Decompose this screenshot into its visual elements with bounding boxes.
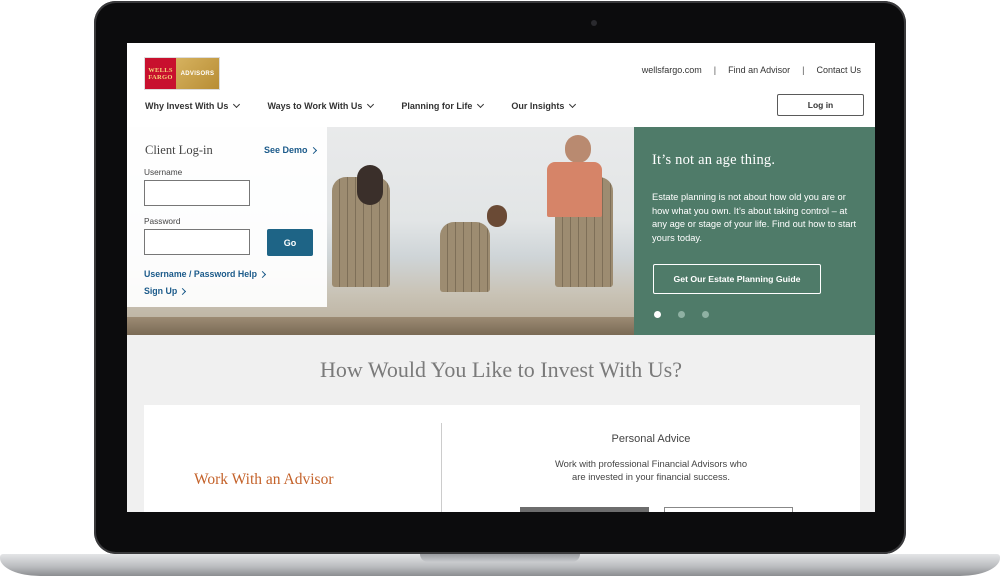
chevron-right-icon bbox=[258, 270, 266, 278]
login-title: Client Log-in bbox=[145, 143, 213, 157]
sign-up-link[interactable]: Sign Up bbox=[144, 286, 187, 296]
chevron-down-icon bbox=[477, 100, 485, 109]
logo-mark: WELLS FARGO bbox=[145, 58, 176, 89]
promo-text: Estate planning is not about how old you… bbox=[652, 192, 857, 243]
username-label: Username bbox=[144, 167, 183, 177]
personal-advice-secondary-button[interactable] bbox=[664, 507, 793, 512]
see-demo-label: See Demo bbox=[264, 145, 308, 155]
laptop-notch bbox=[420, 554, 580, 562]
wells-fargo-logo[interactable]: WELLS FARGO ADVISORS bbox=[145, 58, 219, 89]
camera-dot bbox=[591, 20, 597, 26]
go-button[interactable]: Go bbox=[267, 229, 313, 256]
nav-label: Why Invest With Us bbox=[145, 101, 229, 111]
nav-item-why-invest[interactable]: Why Invest With Us bbox=[145, 100, 241, 111]
option-work-with-advisor[interactable]: Work With an Advisor bbox=[194, 471, 334, 489]
username-field[interactable] bbox=[144, 180, 250, 206]
nav-label: Our Insights bbox=[511, 101, 565, 111]
child-head bbox=[487, 205, 507, 227]
sign-up-label: Sign Up bbox=[144, 286, 178, 296]
logo-line-1: WELLS bbox=[148, 66, 173, 74]
password-field[interactable] bbox=[144, 229, 250, 255]
chevron-down-icon bbox=[233, 100, 241, 109]
carousel-dot-3[interactable] bbox=[702, 311, 709, 318]
help-link-label: Username / Password Help bbox=[144, 269, 257, 279]
utility-nav: wellsfargo.com | Find an Advisor | Conta… bbox=[642, 65, 861, 75]
carousel-dots bbox=[654, 311, 709, 318]
nav-label: Planning for Life bbox=[401, 101, 473, 111]
utility-link-wellsfargo[interactable]: wellsfargo.com bbox=[642, 65, 702, 75]
utility-separator: | bbox=[802, 65, 805, 75]
invest-section: How Would You Like to Invest With Us? Wo… bbox=[127, 335, 875, 512]
personal-advice-primary-button[interactable] bbox=[520, 507, 649, 512]
personal-advice-title: Personal Advice bbox=[611, 433, 691, 445]
username-password-help-link[interactable]: Username / Password Help bbox=[144, 269, 266, 279]
carousel-dot-2[interactable] bbox=[678, 311, 685, 318]
personal-advice-desc-line-1: Work with professional Financial Advisor… bbox=[554, 458, 748, 469]
logo-advisors: ADVISORS bbox=[176, 58, 219, 89]
promo-title: It’s not an age thing. bbox=[652, 152, 776, 168]
nav-item-ways-to-work[interactable]: Ways to Work With Us bbox=[267, 100, 375, 111]
logo-line-2: FARGO bbox=[148, 73, 173, 81]
personal-advice-description: Work with professional Financial Advisor… bbox=[442, 457, 860, 483]
utility-link-contact-us[interactable]: Contact Us bbox=[816, 65, 861, 75]
chevron-right-icon bbox=[179, 287, 187, 295]
nav-item-planning-for-life[interactable]: Planning for Life bbox=[401, 100, 485, 111]
hero-banner: Client Log-in See Demo Username Password… bbox=[127, 127, 875, 335]
dock bbox=[127, 317, 634, 335]
chevron-down-icon bbox=[569, 100, 577, 109]
section-title: How Would You Like to Invest With Us? bbox=[320, 357, 682, 382]
login-button[interactable]: Log in bbox=[777, 94, 864, 116]
client-login-card: Client Log-in See Demo Username Password… bbox=[127, 127, 327, 307]
man-shirt bbox=[547, 162, 602, 217]
chevron-right-icon bbox=[309, 146, 317, 154]
password-label: Password bbox=[144, 216, 181, 226]
man-head bbox=[565, 135, 591, 163]
estate-planning-guide-button[interactable]: Get Our Estate Planning Guide bbox=[653, 264, 821, 294]
carousel-dot-1[interactable] bbox=[654, 311, 661, 318]
nav-label: Ways to Work With Us bbox=[267, 101, 363, 111]
personal-advice-desc-line-2: are invested in your financial success. bbox=[572, 471, 730, 482]
nav-item-our-insights[interactable]: Our Insights bbox=[511, 100, 577, 111]
see-demo-link[interactable]: See Demo bbox=[264, 145, 317, 155]
utility-link-find-advisor[interactable]: Find an Advisor bbox=[728, 65, 790, 75]
promo-panel: It’s not an age thing. Estate planning i… bbox=[634, 127, 875, 335]
utility-separator: | bbox=[713, 65, 717, 75]
main-nav: Why Invest With Us Ways to Work With Us … bbox=[145, 100, 577, 111]
chevron-down-icon bbox=[367, 100, 375, 109]
browser-screen: WELLS FARGO ADVISORS wellsfargo.com | Fin… bbox=[127, 43, 875, 512]
invest-options-card: Work With an Advisor Personal Advice Wor… bbox=[144, 405, 860, 512]
woman-hair bbox=[357, 165, 383, 205]
chair-middle bbox=[440, 222, 490, 292]
